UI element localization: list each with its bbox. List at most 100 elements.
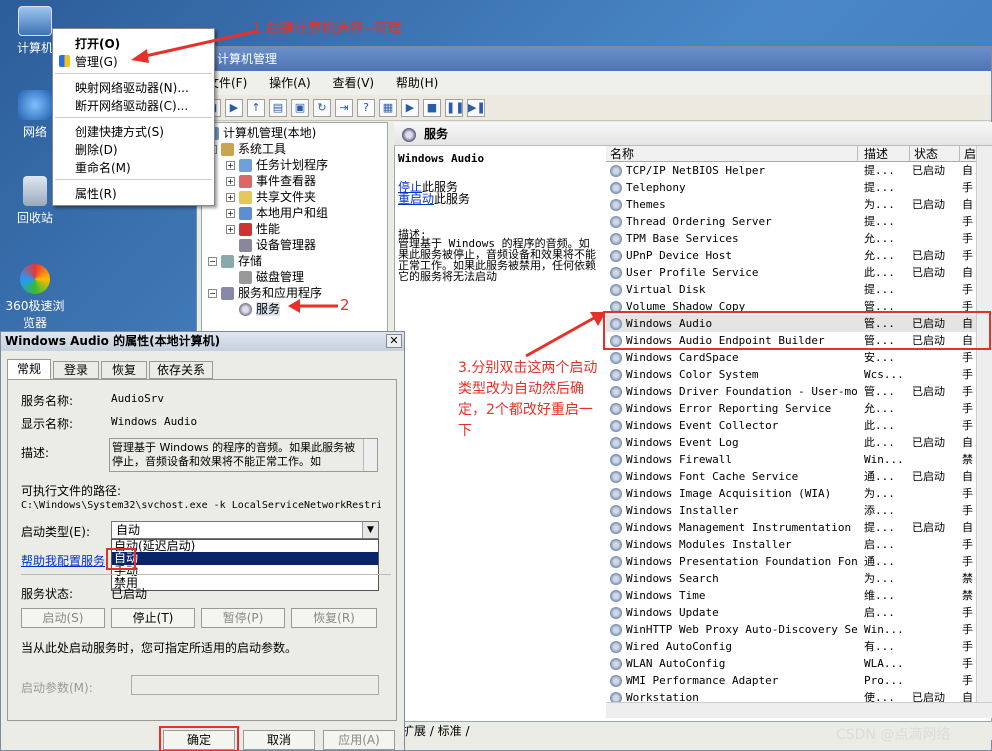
column-status[interactable]: 状态 xyxy=(910,146,960,162)
vertical-scrollbar[interactable] xyxy=(976,146,992,702)
column-name[interactable]: 名称 xyxy=(606,146,858,162)
service-row[interactable]: Windows Installer 添... 手 xyxy=(606,502,976,519)
menu-view[interactable]: 查看(V) xyxy=(333,76,375,90)
resume-button[interactable]: 恢复(R) xyxy=(291,608,377,628)
forward-icon[interactable]: ▶ xyxy=(225,98,243,117)
option-auto[interactable]: 自动 xyxy=(112,552,378,565)
description-scrollbar[interactable] xyxy=(363,439,377,471)
menu-item-create-shortcut[interactable]: 创建快捷方式(S) xyxy=(75,123,164,140)
service-row[interactable]: Windows Event Collector 此... 手 xyxy=(606,417,976,434)
tree-item-task-scheduler[interactable]: + 任务计划程序 xyxy=(226,157,328,173)
stop-button[interactable]: 停止(T) xyxy=(111,608,195,628)
service-row[interactable]: Windows Firewall Win... 禁 xyxy=(606,451,976,468)
tab-logon[interactable]: 登录 xyxy=(53,361,99,379)
tree-item-services[interactable]: 服务 xyxy=(239,301,281,317)
tree-item-shared-folders[interactable]: + 共享文件夹 xyxy=(226,189,316,205)
menu-item-disconnect-drive[interactable]: 断开网络驱动器(C)... xyxy=(75,97,188,114)
expand-icon[interactable]: + xyxy=(226,193,235,202)
service-row[interactable]: Windows Presentation Foundation Fon... 通.… xyxy=(606,553,976,570)
service-row[interactable]: WMI Performance Adapter Pro... 手 xyxy=(606,672,976,689)
tab-recovery[interactable]: 恢复 xyxy=(101,361,147,379)
pause-icon[interactable]: ❚❚ xyxy=(445,98,464,117)
service-row[interactable]: Windows Driver Foundation - User-mo... 管.… xyxy=(606,383,976,400)
service-row[interactable]: Windows Event Log 此... 已启动自 xyxy=(606,434,976,451)
desktop-icon-360-browser[interactable]: 360极速浏览器 xyxy=(0,264,70,331)
service-row[interactable]: Windows Search 为... 禁 xyxy=(606,570,976,587)
service-row[interactable]: User Profile Service 此... 已启动自 xyxy=(606,264,976,281)
tree-item-performance[interactable]: + 性能 xyxy=(226,221,280,237)
option-manual[interactable]: 手动 xyxy=(112,565,378,577)
service-row[interactable]: Windows Modules Installer 启... 手 xyxy=(606,536,976,553)
collapse-icon[interactable]: − xyxy=(208,257,217,266)
apply-button[interactable]: 应用(A) xyxy=(323,730,395,750)
up-folder-icon[interactable]: ↑ xyxy=(247,98,265,117)
tree-item-device-manager[interactable]: 设备管理器 xyxy=(239,237,316,253)
horizontal-scrollbar[interactable] xyxy=(606,702,992,718)
expand-icon[interactable]: + xyxy=(226,161,235,170)
tree-item-system-tools[interactable]: −系统工具 xyxy=(208,141,286,157)
menu-item-properties[interactable]: 属性(R) xyxy=(75,185,117,202)
service-row[interactable]: Windows Image Acquisition (WIA) 为... 手 xyxy=(606,485,976,502)
menu-item-rename[interactable]: 重命名(M) xyxy=(75,159,131,176)
menu-item-open[interactable]: 打开(O) xyxy=(75,35,120,52)
service-row[interactable]: WLAN AutoConfig WLA... 手 xyxy=(606,655,976,672)
help-icon[interactable]: ? xyxy=(357,98,375,117)
view-icon[interactable]: ▦ xyxy=(379,98,397,117)
service-name: User Profile Service xyxy=(626,266,759,279)
tree-item-event-viewer[interactable]: + 事件查看器 xyxy=(226,173,316,189)
help-configure-link[interactable]: 帮助我配置服务 xyxy=(21,552,105,569)
play-icon[interactable]: ▶ xyxy=(401,98,419,117)
collapse-icon[interactable]: − xyxy=(208,289,217,298)
option-disabled[interactable]: 禁用 xyxy=(112,577,378,589)
service-row[interactable]: Wired AutoConfig 有... 手 xyxy=(606,638,976,655)
show-tree-icon[interactable]: ▤ xyxy=(269,98,287,117)
service-row[interactable]: Thread Ordering Server 提... 手 xyxy=(606,213,976,230)
menu-action[interactable]: 操作(A) xyxy=(269,76,311,90)
service-row[interactable]: UPnP Device Host 允... 已启动手 xyxy=(606,247,976,264)
service-row[interactable]: Windows Error Reporting Service 允... 手 xyxy=(606,400,976,417)
export-icon[interactable]: ⇥ xyxy=(335,98,353,117)
column-description[interactable]: 描述 xyxy=(860,146,910,162)
service-row[interactable]: TCP/IP NetBIOS Helper 提... 已启动自 xyxy=(606,162,976,179)
service-row[interactable]: TPM Base Services 允... 手 xyxy=(606,230,976,247)
service-row[interactable]: Themes 为... 已启动自 xyxy=(606,196,976,213)
tools-icon xyxy=(221,143,234,156)
gear-icon xyxy=(610,624,622,636)
tree-item-storage[interactable]: − 存储 xyxy=(208,253,262,269)
expand-icon[interactable]: + xyxy=(226,225,235,234)
view-tabs[interactable]: 扩展 / 标准 / xyxy=(402,724,470,738)
service-row[interactable]: Windows Update 启... 手 xyxy=(606,604,976,621)
service-row[interactable]: Windows CardSpace 安... 手 xyxy=(606,349,976,366)
pause-button[interactable]: 暂停(P) xyxy=(201,608,285,628)
service-row[interactable]: Windows Font Cache Service 通... 已启动自 xyxy=(606,468,976,485)
menu-item-manage[interactable]: 管理(G) xyxy=(59,53,118,70)
expand-icon[interactable]: + xyxy=(226,177,235,186)
tree-root[interactable]: 计算机管理(本地) xyxy=(206,125,316,141)
restart-icon[interactable]: ▶❚ xyxy=(467,98,486,117)
option-auto-delayed[interactable]: 自动(延迟启动) xyxy=(112,540,378,552)
service-row[interactable]: Telephony 提... 手 xyxy=(606,179,976,196)
refresh-icon[interactable]: ↻ xyxy=(313,98,331,117)
tree-item-local-users[interactable]: + 本地用户和组 xyxy=(226,205,328,221)
service-row[interactable]: Windows Time 维... 禁 xyxy=(606,587,976,604)
chevron-down-icon[interactable]: ▼ xyxy=(362,522,378,538)
menu-item-map-drive[interactable]: 映射网络驱动器(N)... xyxy=(75,79,189,96)
stop-icon[interactable]: ■ xyxy=(423,98,441,117)
service-row[interactable]: WinHTTP Web Proxy Auto-Discovery Se... Wi… xyxy=(606,621,976,638)
restart-service-link[interactable]: 重启动 xyxy=(398,192,434,206)
start-params-input[interactable] xyxy=(131,675,379,695)
menu-item-delete[interactable]: 删除(D) xyxy=(75,141,118,158)
service-row[interactable]: Virtual Disk 提... 手 xyxy=(606,281,976,298)
cancel-button[interactable]: 取消 xyxy=(243,730,315,750)
startup-type-select[interactable]: 自动 ▼ xyxy=(111,521,379,539)
tree-item-disk-management[interactable]: 磁盘管理 xyxy=(239,269,304,285)
properties-icon[interactable]: ▣ xyxy=(291,98,309,117)
tab-general[interactable]: 常规 xyxy=(7,359,51,379)
service-row[interactable]: Windows Color System Wcs... 手 xyxy=(606,366,976,383)
close-icon[interactable]: ✕ xyxy=(386,334,402,348)
start-button[interactable]: 启动(S) xyxy=(21,608,105,628)
expand-icon[interactable]: + xyxy=(226,209,235,218)
menu-help[interactable]: 帮助(H) xyxy=(396,76,438,90)
service-row[interactable]: Windows Management Instrumentation 提... 已启… xyxy=(606,519,976,536)
tab-dependencies[interactable]: 依存关系 xyxy=(149,361,213,379)
